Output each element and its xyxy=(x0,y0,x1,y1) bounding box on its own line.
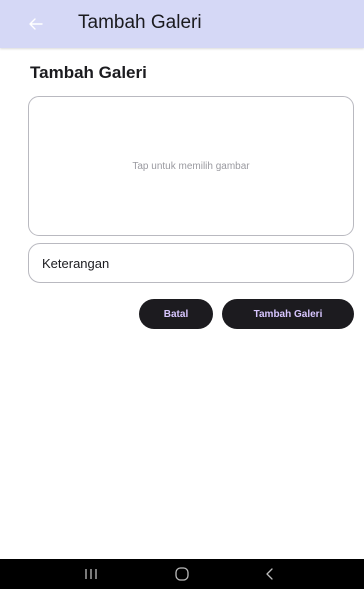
back-icon xyxy=(266,568,273,580)
image-picker[interactable]: Tap untuk memilih gambar xyxy=(28,96,354,236)
nav-back-button[interactable] xyxy=(259,565,281,583)
recents-button[interactable] xyxy=(80,565,102,583)
system-nav-bar xyxy=(0,559,364,589)
home-button[interactable] xyxy=(171,565,193,583)
cancel-button[interactable]: Batal xyxy=(139,299,213,329)
add-gallery-button[interactable]: Tambah Galeri xyxy=(222,299,354,329)
app-screen: Tambah Galeri Tambah Galeri Tap untuk me… xyxy=(0,0,364,589)
arrow-left-icon xyxy=(29,18,43,30)
page-title: Tambah Galeri xyxy=(30,63,147,82)
caption-input[interactable] xyxy=(42,255,353,271)
image-picker-hint: Tap untuk memilih gambar xyxy=(132,160,250,172)
home-icon xyxy=(175,567,189,581)
app-bar: Tambah Galeri xyxy=(0,0,364,48)
recents-icon xyxy=(85,569,97,579)
caption-field[interactable] xyxy=(28,243,354,283)
app-bar-title: Tambah Galeri xyxy=(78,12,202,33)
back-button[interactable] xyxy=(26,14,46,34)
